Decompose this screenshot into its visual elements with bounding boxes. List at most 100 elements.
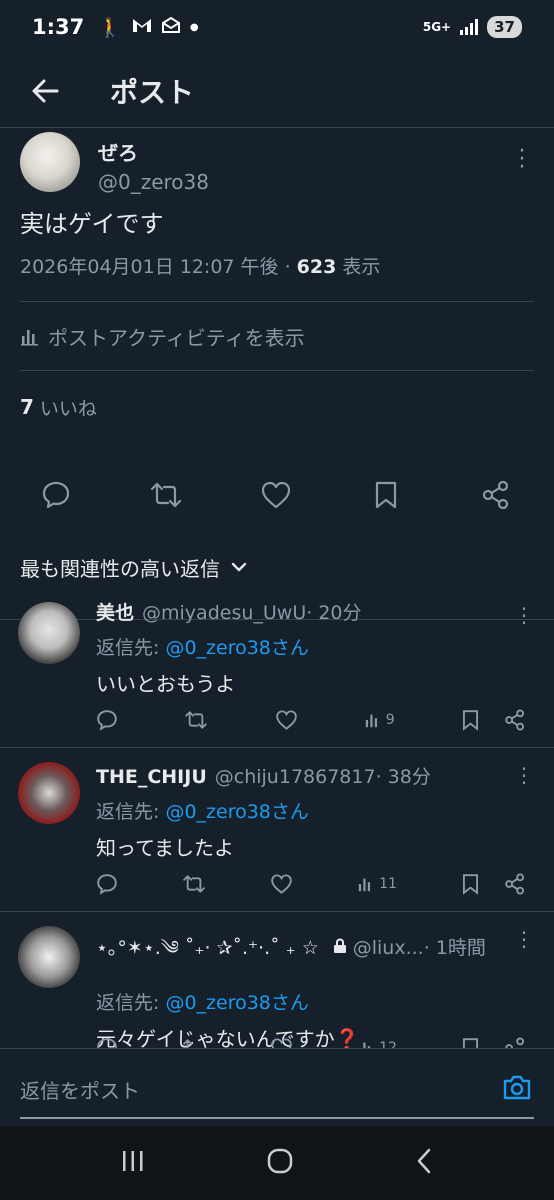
reply-button[interactable] bbox=[36, 475, 76, 515]
camera-button[interactable] bbox=[502, 1073, 532, 1105]
reply-author-name[interactable]: ⋆｡°✶⋆.༄ ˚₊‧ ✰˚.⁺‧.˚ ₊ ☆ bbox=[96, 926, 319, 980]
bookmark-button[interactable] bbox=[366, 475, 406, 515]
network-label: 5G+ bbox=[422, 20, 452, 34]
heart-icon bbox=[275, 710, 297, 730]
analytics-icon bbox=[363, 1042, 371, 1048]
share-icon[interactable] bbox=[504, 709, 526, 731]
reply-item[interactable]: THE_CHIJU @chiju17867817 · 38分 返信先: @0_z… bbox=[0, 748, 554, 912]
reply-author-handle[interactable]: @miyadesu_UwU bbox=[142, 602, 306, 624]
reply-time: · 38分 bbox=[375, 766, 431, 788]
repost-icon bbox=[185, 711, 208, 729]
gmail-icon bbox=[132, 16, 152, 38]
reply-button[interactable] bbox=[96, 706, 118, 734]
views-count: 12 bbox=[379, 1040, 397, 1048]
more-options-icon[interactable]: · · · bbox=[510, 141, 534, 179]
views-label: 表示 bbox=[336, 256, 381, 278]
camera-icon bbox=[503, 1075, 531, 1100]
bookmark-icon[interactable] bbox=[461, 709, 480, 731]
views-button[interactable]: 11 bbox=[357, 870, 397, 898]
views-count: 11 bbox=[379, 876, 397, 892]
share-icon[interactable] bbox=[504, 1037, 526, 1048]
like-button[interactable] bbox=[275, 706, 298, 734]
repost-button[interactable] bbox=[184, 706, 208, 734]
like-button[interactable] bbox=[270, 870, 293, 898]
views-button[interactable]: 12 bbox=[357, 1034, 397, 1048]
recent-apps-button[interactable] bbox=[120, 1149, 146, 1177]
post-meta: 2026年04月01日 12:07 午後 · 623 表示 bbox=[0, 244, 554, 279]
home-button[interactable] bbox=[266, 1147, 294, 1179]
reply-to-mention[interactable]: @0_zero38さん bbox=[165, 801, 308, 823]
author-avatar[interactable] bbox=[20, 132, 80, 192]
comment-icon bbox=[97, 874, 117, 895]
share-button[interactable] bbox=[476, 475, 516, 515]
reply-author-name[interactable]: 美也 bbox=[96, 598, 134, 625]
repost-icon bbox=[150, 482, 182, 508]
author-name[interactable]: ぜろ bbox=[98, 137, 209, 166]
reply-text: いいとおもうよ bbox=[96, 672, 236, 696]
input-underline bbox=[20, 1117, 534, 1119]
reply-time: · 20分 bbox=[306, 602, 362, 624]
more-options-icon[interactable]: · · · bbox=[514, 923, 534, 957]
reply-author-handle[interactable]: @liux... bbox=[353, 937, 424, 959]
sort-label: 最も関連性の高い返信 bbox=[20, 556, 220, 581]
likes-summary[interactable]: 7 いいね bbox=[0, 371, 554, 443]
heart-icon bbox=[261, 481, 291, 509]
repost-button[interactable] bbox=[146, 475, 186, 515]
top-bar: ポスト bbox=[0, 54, 554, 128]
reply-composer: 返信をポスト bbox=[0, 1048, 554, 1126]
system-back-button[interactable] bbox=[414, 1147, 434, 1179]
system-nav-bar bbox=[0, 1126, 554, 1200]
bookmark-icon[interactable] bbox=[461, 873, 480, 895]
repost-button[interactable] bbox=[182, 870, 206, 898]
repost-icon bbox=[183, 1039, 193, 1048]
comment-icon bbox=[97, 1038, 117, 1048]
comment-icon bbox=[97, 710, 117, 731]
more-options-icon[interactable]: · · · bbox=[514, 759, 534, 793]
reply-actions: 11 bbox=[96, 870, 526, 898]
reply-author-name[interactable]: THE_CHIJU bbox=[96, 766, 207, 788]
repost-button[interactable] bbox=[182, 1034, 206, 1048]
analytics-icon bbox=[21, 330, 38, 346]
reply-to-mention[interactable]: @0_zero38さん bbox=[165, 992, 308, 1014]
like-button[interactable] bbox=[256, 475, 296, 515]
activity-label: ポストアクティビティを表示 bbox=[48, 325, 305, 350]
reply-avatar[interactable] bbox=[18, 602, 80, 664]
bookmark-icon[interactable] bbox=[461, 1037, 480, 1048]
reply-button[interactable] bbox=[96, 1034, 118, 1048]
share-icon bbox=[482, 480, 509, 510]
reply-time: · 1時間 bbox=[423, 937, 486, 959]
reply-to-mention[interactable]: @0_zero38さん bbox=[165, 637, 308, 659]
more-options-icon[interactable]: · · · bbox=[514, 599, 534, 633]
heart-icon bbox=[271, 874, 292, 894]
author-handle[interactable]: @0_zero38 bbox=[98, 170, 209, 194]
likes-label: いいね bbox=[39, 397, 97, 420]
chevron-down-icon bbox=[231, 562, 247, 572]
like-button[interactable] bbox=[270, 1034, 293, 1048]
reply-item[interactable]: 美也 @miyadesu_UwU · 20分 返信先: @0_zero38さん … bbox=[0, 588, 554, 748]
reply-input[interactable]: 返信をポスト bbox=[20, 1075, 140, 1104]
comment-icon bbox=[42, 481, 70, 509]
post-activity-link[interactable]: ポストアクティビティを表示 bbox=[0, 302, 554, 370]
views-count: 623 bbox=[296, 256, 337, 278]
back-button[interactable] bbox=[0, 54, 90, 128]
reply-item[interactable]: ⋆｡°✶⋆.༄ ˚₊‧ ✰˚.⁺‧.˚ ₊ ☆ @liux... · 1時間 返… bbox=[0, 912, 554, 1048]
status-time: 1:37 bbox=[32, 15, 85, 39]
reply-button[interactable] bbox=[96, 870, 118, 898]
meta-separator: · bbox=[278, 256, 297, 278]
reply-avatar[interactable] bbox=[18, 762, 80, 824]
recent-apps-icon bbox=[123, 1151, 143, 1171]
signal-icon bbox=[460, 19, 479, 35]
status-bar: 1:37 🚶 ● 5G+ 37 bbox=[0, 0, 554, 54]
reply-to-prefix: 返信先: bbox=[96, 801, 166, 823]
views-button[interactable]: 9 bbox=[364, 706, 395, 734]
analytics-icon bbox=[358, 878, 371, 892]
lock-icon bbox=[333, 937, 347, 959]
reply-avatar[interactable] bbox=[18, 926, 80, 988]
reply-to: 返信先: @0_zero38さん bbox=[96, 633, 534, 660]
share-icon[interactable] bbox=[504, 873, 526, 895]
chevron-left-icon bbox=[417, 1148, 431, 1174]
reply-to: 返信先: @0_zero38さん bbox=[96, 797, 534, 824]
post-timestamp: 2026年04月01日 12:07 午後 bbox=[20, 256, 279, 278]
reply-author-handle[interactable]: @chiju17867817 bbox=[215, 766, 376, 788]
main-post: ぜろ @0_zero38 · · · 実はゲイです 2026年04月01日 12:0… bbox=[0, 128, 554, 620]
